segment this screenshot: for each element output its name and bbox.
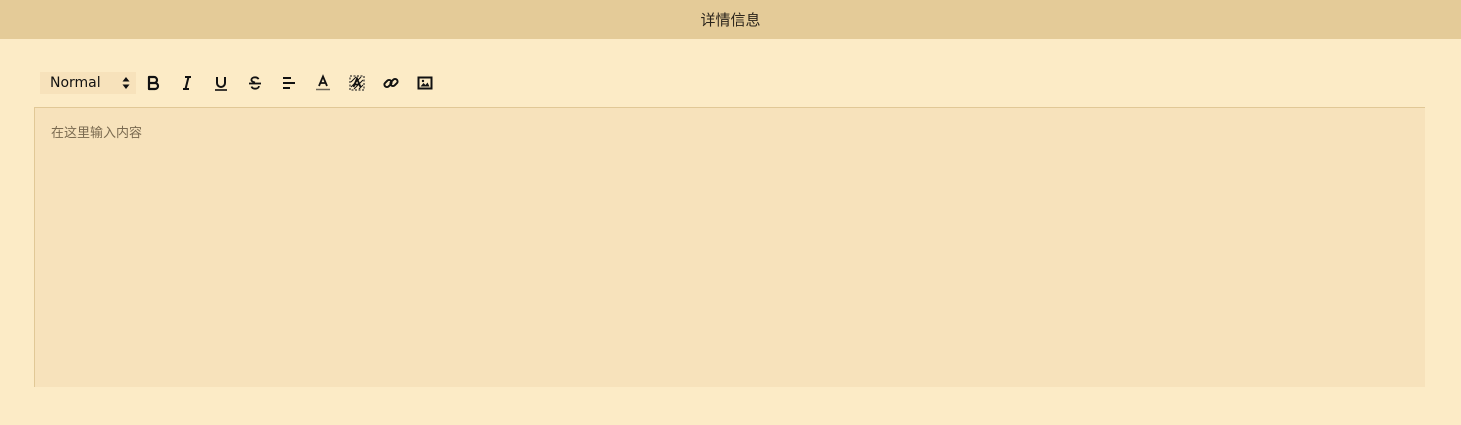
bold-button[interactable] — [136, 72, 170, 94]
background-color-icon — [349, 75, 365, 91]
strikethrough-button[interactable] — [238, 72, 272, 94]
strikethrough-icon — [249, 76, 261, 90]
text-color-icon — [316, 74, 330, 91]
italic-button[interactable] — [170, 72, 204, 94]
image-button[interactable] — [408, 72, 442, 94]
image-icon — [417, 76, 433, 90]
underline-button[interactable] — [204, 72, 238, 94]
select-arrows-icon — [122, 77, 130, 89]
underline-icon — [215, 77, 227, 91]
align-left-icon — [283, 77, 295, 89]
rich-text-editor[interactable]: 在这里输入内容 — [34, 107, 1425, 387]
editor-placeholder: 在这里输入内容 — [51, 126, 143, 141]
text-color-button[interactable] — [306, 72, 340, 94]
bold-icon — [147, 75, 160, 91]
background-color-button[interactable] — [340, 72, 374, 94]
italic-icon — [183, 76, 191, 90]
editor-toolbar: Normal — [40, 72, 442, 94]
page-title: 详情信息 — [700, 11, 761, 29]
format-select-value: Normal — [50, 75, 101, 91]
align-button[interactable] — [272, 72, 306, 94]
page-header: 详情信息 — [0, 0, 1461, 39]
link-button[interactable] — [374, 72, 408, 94]
link-icon — [383, 77, 399, 89]
format-select[interactable]: Normal — [40, 72, 136, 94]
